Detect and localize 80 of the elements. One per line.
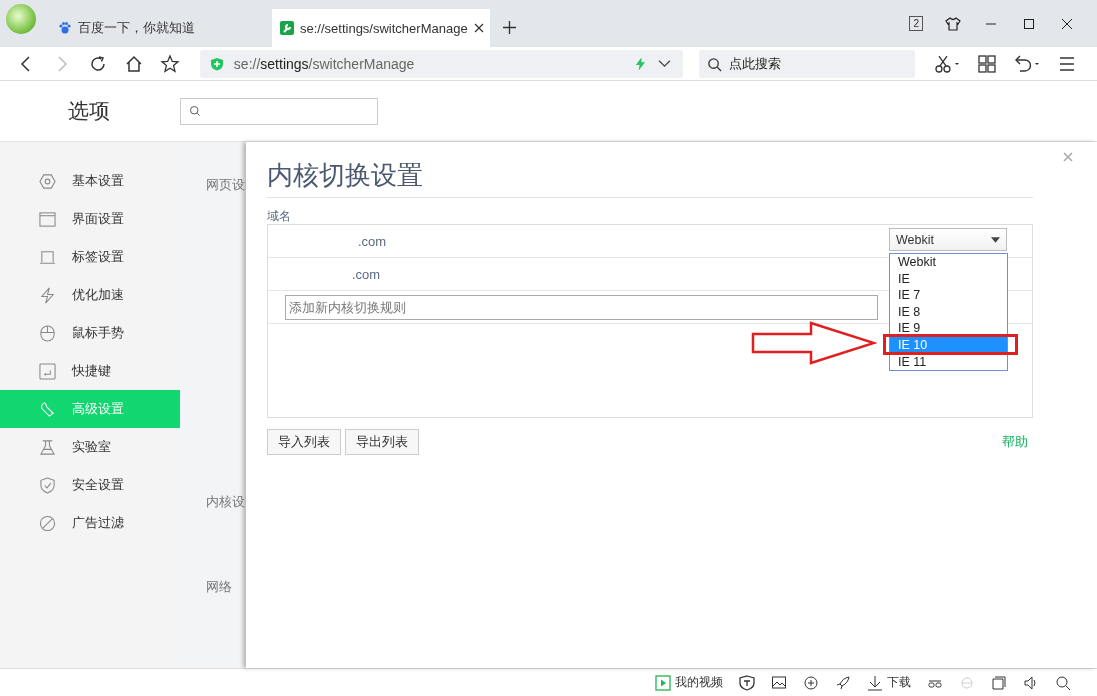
- undo-icon[interactable]: [1013, 53, 1041, 74]
- shirt-icon[interactable]: [945, 15, 961, 32]
- tab-icon: [39, 248, 56, 266]
- hexagon-icon: [39, 172, 56, 190]
- wrench-icon: [39, 400, 56, 418]
- search-icon: [189, 105, 201, 117]
- settings-search-field[interactable]: [180, 97, 378, 125]
- dialog-title: 内核切换设置: [267, 158, 1033, 198]
- rocket-icon[interactable]: [835, 674, 851, 691]
- sidebar-label: 标签设置: [72, 248, 124, 266]
- domain-text: .com: [352, 266, 381, 282]
- close-tab-icon[interactable]: [473, 23, 484, 33]
- sidebar-label: 快捷键: [72, 362, 111, 380]
- sidebar-label: 高级设置: [72, 400, 124, 418]
- url-text: se://settings/switcherManage: [233, 55, 415, 72]
- sidebar-item[interactable]: 优化加速: [0, 276, 180, 314]
- tab-title: 百度一下，你就知道: [78, 19, 195, 37]
- section-heading: 内核设: [206, 493, 245, 511]
- sidebar-item[interactable]: 标签设置: [0, 238, 180, 276]
- search-field[interactable]: 点此搜索: [699, 49, 916, 78]
- page-title: 选项: [68, 98, 111, 124]
- dropdown-option[interactable]: IE 11: [890, 353, 1007, 371]
- flask-icon: [39, 438, 56, 456]
- browser-tab[interactable]: 百度一下，你就知道: [50, 9, 272, 47]
- sidebar-label: 界面设置: [72, 210, 124, 228]
- download-link[interactable]: 下载: [887, 674, 911, 691]
- dropdown-option[interactable]: IE: [890, 270, 1007, 288]
- shield-icon: [209, 56, 224, 71]
- dropdown-option[interactable]: IE 8: [890, 303, 1007, 321]
- chevron-down-icon[interactable]: [658, 59, 672, 68]
- lightning-icon: [39, 286, 56, 304]
- dropdown-option[interactable]: IE 7: [890, 287, 1007, 304]
- window-icon: [39, 210, 56, 228]
- sidebar-label: 安全设置: [72, 476, 124, 494]
- tab-title: se://settings/switcherManage: [300, 20, 468, 36]
- address-bar[interactable]: se://settings/switcherManage: [199, 49, 684, 78]
- my-videos-link[interactable]: 我的视频: [675, 674, 723, 691]
- sidebar-item[interactable]: 基本设置: [0, 162, 180, 200]
- wrench-icon: [280, 21, 294, 35]
- shield-icon[interactable]: [739, 674, 755, 691]
- image-icon[interactable]: [771, 674, 787, 691]
- section-heading: 网页设: [206, 176, 245, 194]
- search-icon: [707, 56, 723, 72]
- sidebar-item[interactable]: 广告过滤: [0, 504, 180, 542]
- caret-icon: [991, 236, 1000, 243]
- search-icon[interactable]: [1055, 674, 1071, 691]
- section-heading: 网络: [206, 578, 232, 596]
- grid-icon[interactable]: [977, 53, 998, 74]
- star-icon[interactable]: [159, 53, 180, 74]
- browser-tab[interactable]: se://settings/switcherManage: [272, 9, 490, 47]
- ban-icon: [39, 514, 56, 532]
- domain-text: .com: [358, 233, 387, 249]
- home-icon[interactable]: [123, 53, 144, 74]
- speaker-icon[interactable]: [1023, 674, 1039, 691]
- sidebar-item[interactable]: 实验室: [0, 428, 180, 466]
- new-rule-field[interactable]: 添加新内核切换规则: [285, 294, 878, 320]
- download-icon[interactable]: [867, 674, 883, 691]
- mouse-icon: [39, 324, 56, 342]
- dropdown-option[interactable]: Webkit: [890, 254, 1007, 271]
- sidebar-item[interactable]: 界面设置: [0, 200, 180, 238]
- sidebar-item[interactable]: 快捷键: [0, 352, 180, 390]
- engine-select[interactable]: Webkit: [889, 228, 1007, 251]
- play-icon[interactable]: [655, 674, 671, 691]
- shield-icon: [39, 476, 56, 494]
- sidebar-label: 广告过滤: [72, 514, 124, 532]
- paw-icon: [58, 21, 72, 35]
- list-button[interactable]: 导入列表: [267, 429, 341, 455]
- column-label: 域名: [267, 208, 292, 224]
- sidebar-item[interactable]: 安全设置: [0, 466, 180, 504]
- dropdown-option[interactable]: IE 9: [890, 320, 1007, 337]
- new-tab-icon[interactable]: [502, 20, 517, 35]
- keyboard-icon: [39, 362, 56, 380]
- window-icon[interactable]: [991, 674, 1007, 691]
- sidebar-label: 优化加速: [72, 286, 124, 304]
- sidebar-label: 鼠标手势: [72, 324, 124, 342]
- sidebar-item[interactable]: 鼠标手势: [0, 314, 180, 352]
- list-button[interactable]: 导出列表: [345, 429, 419, 455]
- sidebar-label: 实验室: [72, 438, 111, 456]
- tab-count-button[interactable]: 2: [909, 16, 923, 31]
- sidebar-label: 基本设置: [72, 172, 124, 190]
